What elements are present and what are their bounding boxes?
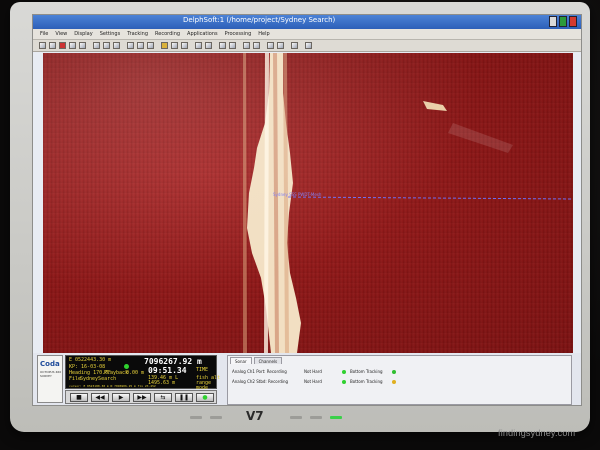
palette-icon[interactable] <box>161 42 168 49</box>
cursor-icon[interactable] <box>219 42 226 49</box>
monitor: DelphSoft:1 (/home/project/Sydney Search… <box>10 2 590 432</box>
fast-forward-button[interactable]: ▶▶ <box>133 393 151 402</box>
measure-icon[interactable] <box>127 42 134 49</box>
easting-value: E 0522443.30 m <box>69 357 112 363</box>
export-icon[interactable] <box>205 42 212 49</box>
channel-row[interactable]: Analog Ch1 Port: Recording Not Hard Bott… <box>232 368 562 377</box>
open-icon[interactable] <box>39 42 46 49</box>
screen-glare <box>43 53 573 353</box>
zoom-out-icon[interactable] <box>103 42 110 49</box>
pan-icon[interactable] <box>113 42 120 49</box>
minimize-button[interactable] <box>549 16 557 27</box>
channel-tracking: Bottom Tracking <box>350 379 383 384</box>
record-button[interactable]: ● <box>196 393 214 402</box>
sidescan-icon[interactable] <box>243 42 250 49</box>
record-icon[interactable] <box>59 42 66 49</box>
channel-tracking: Bottom Tracking <box>350 369 383 374</box>
file-value: SydneySearch <box>80 376 117 382</box>
stop-button[interactable]: ■ <box>70 393 88 402</box>
menu-view[interactable]: View <box>52 29 71 39</box>
window-icon[interactable] <box>291 42 298 49</box>
menu-help[interactable]: Help <box>255 29 273 39</box>
bezel-button[interactable] <box>190 416 202 419</box>
pause-button[interactable]: ❚❚ <box>175 393 193 402</box>
tab-channels[interactable]: Channels <box>253 357 283 364</box>
save-icon[interactable] <box>49 42 56 49</box>
settings-icon[interactable] <box>181 42 188 49</box>
coda-logo: Coda OCTOPUS 460 SURVEY <box>37 355 63 403</box>
channels-tabs: Sonar Channels <box>230 357 284 364</box>
menu-applications[interactable]: Applications <box>184 29 222 39</box>
play-button[interactable]: ▶ <box>112 393 130 402</box>
pause-icon[interactable] <box>79 42 86 49</box>
play-icon[interactable] <box>69 42 76 49</box>
menu-settings[interactable]: Settings <box>97 29 125 39</box>
gps-icon[interactable] <box>277 42 284 49</box>
menu-file[interactable]: File <box>37 29 52 39</box>
swap-button[interactable]: ⇆ <box>154 393 172 402</box>
channel-name: Analog Ch2 Stbd: Recording <box>232 379 289 384</box>
logo-word: Coda <box>40 360 60 368</box>
monitor-logo: V7 <box>246 409 264 423</box>
channel-name: Analog Ch1 Port: Recording <box>232 369 287 374</box>
status-led <box>124 364 129 369</box>
menu-processing[interactable]: Processing <box>222 29 256 39</box>
sonar-waterfall-display[interactable]: Sydney SSS PWDT-Mesh <box>43 53 573 353</box>
bezel-button[interactable] <box>210 416 222 419</box>
clock-value: 09:51.34 <box>148 366 187 375</box>
help-icon[interactable] <box>305 42 312 49</box>
navigation-readout: E 0522443.30 m 7096267.92 m KP: 16-03-08… <box>65 355 220 391</box>
target-icon[interactable] <box>137 42 144 49</box>
print-icon[interactable] <box>195 42 202 49</box>
screen: DelphSoft:1 (/home/project/Sydney Search… <box>32 14 582 406</box>
menu-display[interactable]: Display <box>71 29 96 39</box>
menu-bar: File View Display Settings Tracking Reco… <box>33 29 581 40</box>
cursor-position: cursor: E 0523180.30 m N 7096906.25 m fi… <box>69 384 156 388</box>
rewind-button[interactable]: ◀◀ <box>91 393 109 402</box>
bezel-button[interactable] <box>310 416 322 419</box>
channel-status: Not Hard <box>304 379 322 384</box>
fish-icon[interactable] <box>267 42 274 49</box>
time-label: TIME <box>196 367 209 373</box>
grid-icon[interactable] <box>171 42 178 49</box>
power-button[interactable] <box>330 416 342 419</box>
chart-icon[interactable] <box>253 42 260 49</box>
playback-controls: ■ ◀◀ ▶ ▶▶ ⇆ ❚❚ ● <box>65 390 217 404</box>
bezel-button[interactable] <box>290 416 302 419</box>
channel-status: Not Hard <box>304 369 322 374</box>
close-button[interactable] <box>569 16 577 27</box>
maximize-button[interactable] <box>559 16 567 27</box>
status-panel: Coda OCTOPUS 460 SURVEY E 0522443.30 m 7… <box>33 353 581 405</box>
window-titlebar[interactable]: DelphSoft:1 (/home/project/Sydney Search… <box>33 15 581 29</box>
layers-icon[interactable] <box>147 42 154 49</box>
menu-recording[interactable]: Recording <box>152 29 184 39</box>
zoom-in-icon[interactable] <box>93 42 100 49</box>
watermark: findingsydney.com <box>498 428 576 438</box>
toolbar <box>33 40 581 52</box>
tab-sonar[interactable]: Sonar <box>230 357 252 364</box>
tracking-led <box>392 380 396 384</box>
logo-subtitle: OCTOPUS 460 SURVEY <box>40 370 62 378</box>
northing-value: 7096267.92 m <box>144 357 202 366</box>
info-icon[interactable] <box>229 42 236 49</box>
channel-row[interactable]: Analog Ch2 Stbd: Recording Not Hard Bott… <box>232 378 562 387</box>
window-title: DelphSoft:1 (/home/project/Sydney Search… <box>183 16 336 24</box>
channel-led <box>342 370 346 374</box>
tracking-led <box>392 370 396 374</box>
menu-tracking[interactable]: Tracking <box>124 29 152 39</box>
channels-panel: Sonar Channels Analog Ch1 Port: Recordin… <box>227 355 572 405</box>
playback-value: 0.00 m <box>126 370 145 376</box>
channel-led <box>342 380 346 384</box>
